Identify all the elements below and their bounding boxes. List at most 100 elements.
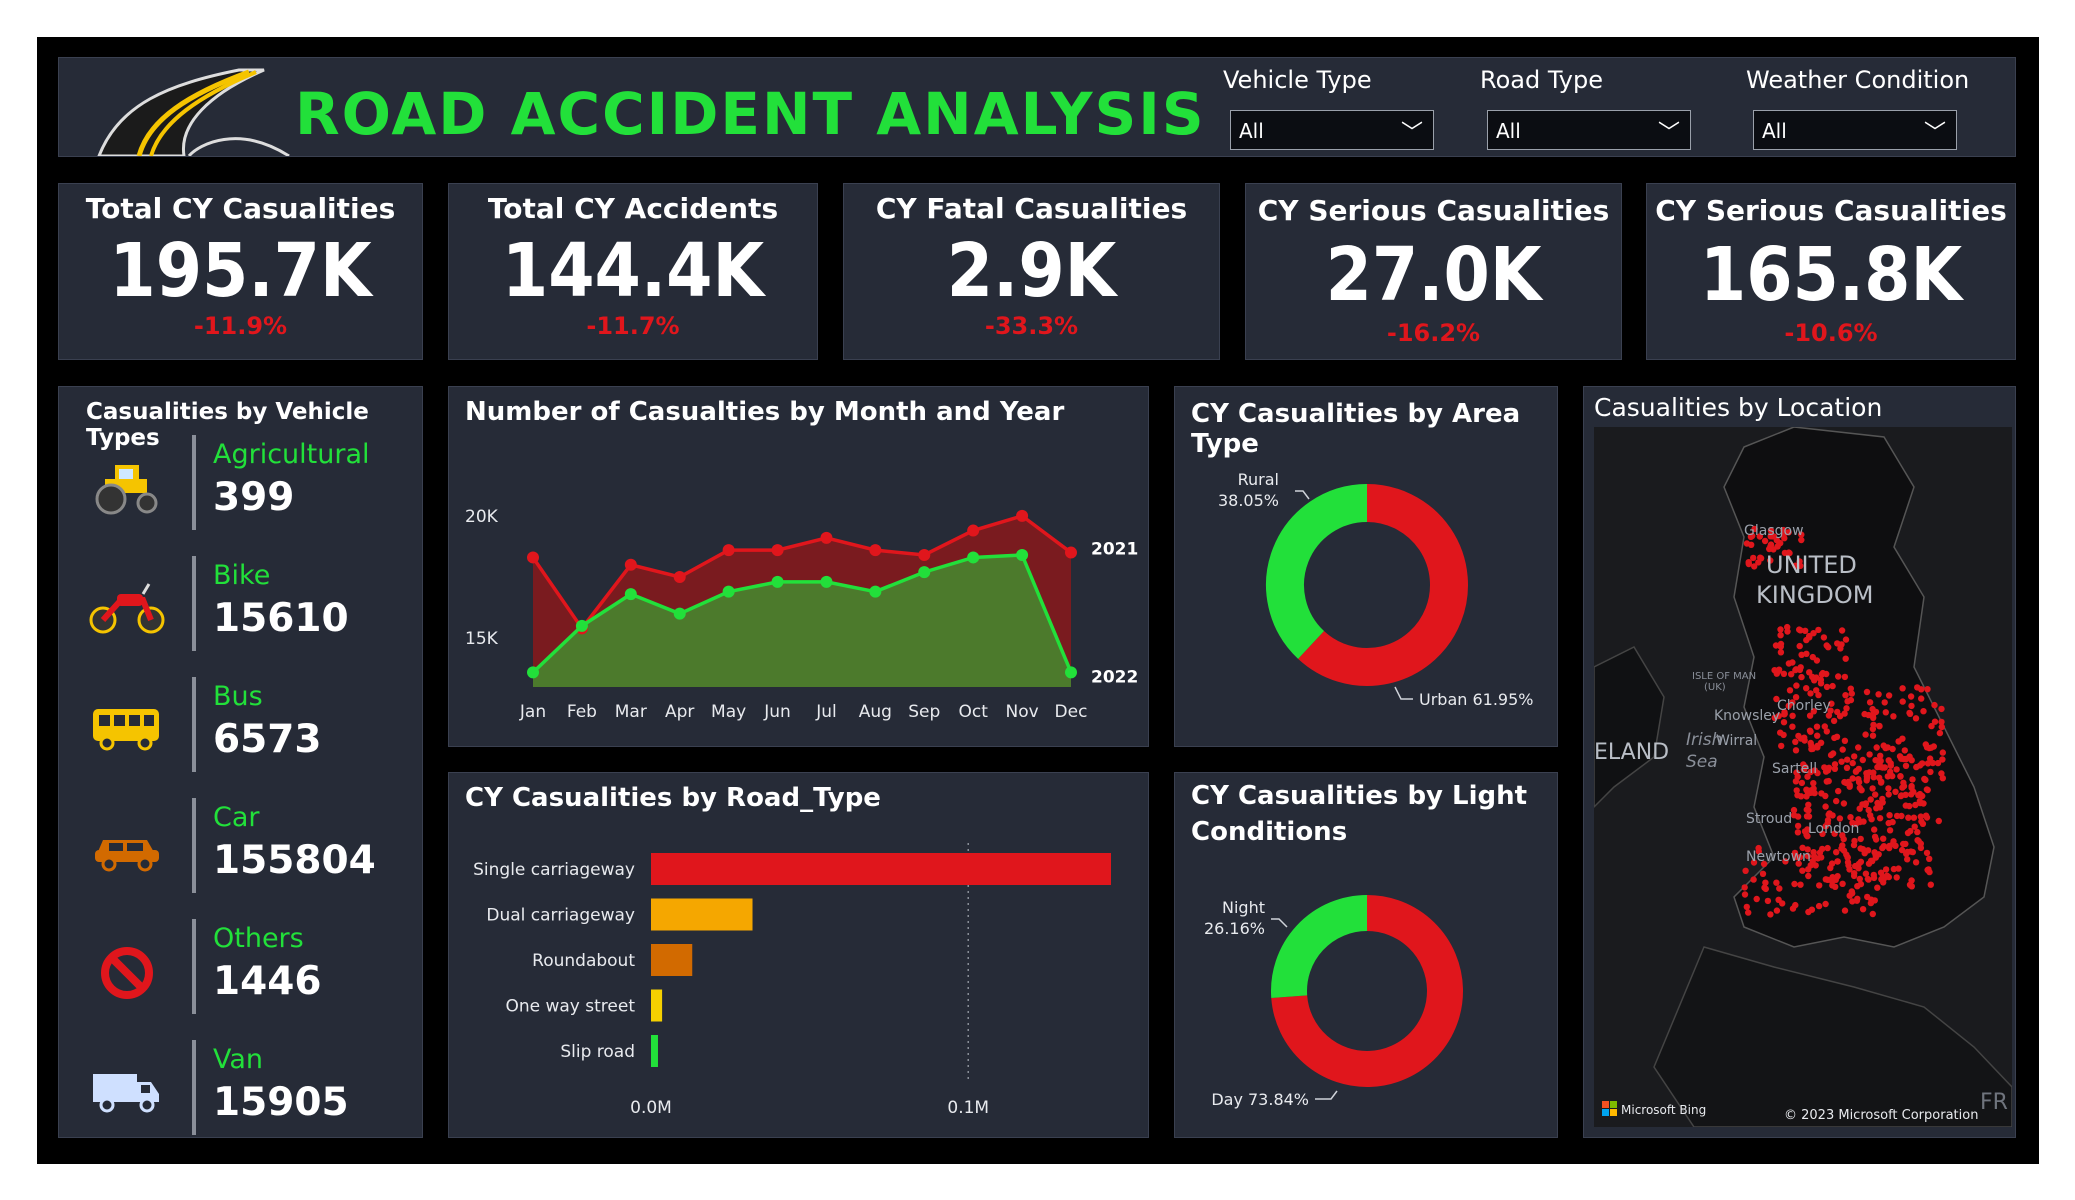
map-marker (1842, 779, 1850, 787)
vehicle-item: Car 155804 (77, 798, 407, 908)
map-marker (1793, 682, 1800, 689)
map-marker (1939, 749, 1946, 756)
road-type-dropdown[interactable]: All ﹀ (1487, 110, 1691, 150)
map-marker (1829, 750, 1837, 757)
map-marker (1807, 690, 1814, 697)
vehicle-value: 399 (213, 475, 295, 520)
map-marker (1908, 702, 1915, 710)
map-marker (1812, 862, 1819, 869)
location-title: Casualities by Location (1594, 393, 1883, 422)
map-marker (1866, 699, 1874, 706)
map-marker (1890, 865, 1898, 873)
map-label-france: FR (1980, 1090, 2008, 1115)
map-marker (1759, 870, 1767, 877)
map-marker (1862, 731, 1869, 738)
map-marker (1918, 695, 1925, 702)
map-marker (1905, 814, 1912, 821)
map-marker (1879, 844, 1886, 852)
map-marker (1908, 877, 1915, 884)
map-marker (1785, 660, 1793, 667)
map-marker (1859, 846, 1867, 853)
data-point-2021 (527, 551, 539, 564)
map-marker (1822, 803, 1829, 810)
map-marker (1872, 757, 1879, 764)
map-marker (1844, 859, 1852, 866)
map-marker (1820, 634, 1828, 641)
map-marker (1893, 766, 1900, 773)
vehicle-divider (192, 677, 196, 772)
map-marker (1773, 907, 1781, 914)
map-marker (1847, 696, 1855, 704)
map-marker (1815, 902, 1823, 910)
map-marker (1878, 876, 1885, 883)
map-marker (1773, 879, 1780, 886)
map-marker (1913, 763, 1920, 771)
map-marker (1762, 885, 1769, 893)
microsoft-logo-icon (1602, 1101, 1617, 1116)
data-point-2022 (771, 575, 784, 588)
map-marker (1923, 849, 1931, 857)
map-attribution-bing: Microsoft Bing (1621, 1103, 1706, 1117)
map-marker (1804, 788, 1811, 795)
map-marker (1851, 753, 1858, 760)
data-point-2022 (967, 551, 980, 564)
map-marker (1902, 762, 1910, 769)
vehicle-item: Bike 15610 (77, 556, 407, 666)
map-marker (1828, 860, 1836, 867)
map-marker (1872, 791, 1879, 798)
map-marker (1881, 699, 1888, 706)
map-marker (1920, 708, 1927, 715)
map-marker (1836, 713, 1844, 720)
map-label-irish: Irish (1686, 730, 1722, 750)
map-marker (1902, 840, 1909, 848)
kpi-title: CY Serious Casualities (1655, 194, 2007, 227)
map-marker (1897, 773, 1904, 780)
data-point-2022 (918, 566, 931, 579)
data-point-2022 (722, 585, 735, 598)
map-marker (1908, 782, 1915, 790)
map-marker (1887, 760, 1894, 767)
vehicle-type-label: Vehicle Type (1223, 66, 1372, 94)
kpi-title: Total CY Casualities (85, 192, 396, 225)
map-marker (1841, 907, 1849, 914)
map-label-sea: Sea (1686, 752, 1718, 772)
map-marker (1803, 806, 1810, 813)
map-marker (1914, 828, 1921, 836)
map-marker (1924, 760, 1932, 767)
map-marker (1852, 768, 1860, 775)
road-type-panel: CY Casualities by Road_Type Single carri… (448, 772, 1149, 1138)
map-marker (1847, 685, 1854, 692)
weather-condition-dropdown[interactable]: All ﹀ (1753, 110, 1957, 150)
kpi-card-fatal-casualties: CY Fatal Casualities 2.9K -33.3% (843, 183, 1220, 360)
bus-icon (93, 709, 159, 751)
map-marker (1924, 866, 1931, 874)
slice-night (1271, 895, 1368, 998)
map-marker (1885, 819, 1892, 827)
bar (651, 989, 663, 1022)
map-marker (1914, 837, 1921, 844)
vehicle-divider (192, 798, 196, 893)
map-marker (1881, 764, 1888, 771)
map-marker (1870, 874, 1878, 882)
map-marker (1865, 860, 1873, 867)
map-marker (1777, 640, 1785, 648)
map-marker (1847, 814, 1854, 821)
map-marker (1880, 742, 1887, 749)
van-icon (93, 1074, 159, 1113)
map-marker (1741, 891, 1749, 898)
map-marker (1792, 747, 1800, 754)
map-marker (1864, 893, 1871, 901)
x-tick-label: Feb (567, 702, 597, 722)
map-marker (1927, 768, 1934, 776)
weather-condition-value: All (1762, 119, 1787, 143)
map-marker (1838, 758, 1845, 765)
map-marker (1912, 859, 1920, 866)
map-marker (1833, 849, 1840, 856)
map-marker (1743, 540, 1751, 547)
vehicle-type-dropdown[interactable]: All ﹀ (1230, 110, 1434, 150)
road-logo-icon (97, 68, 290, 156)
map-marker (1813, 687, 1820, 694)
x-tick-label: Dec (1055, 702, 1088, 722)
uk-map[interactable]: Glasgow UNITED KINGDOM ISLE OF MAN (UK) … (1594, 427, 2012, 1127)
map-marker (1789, 723, 1796, 730)
